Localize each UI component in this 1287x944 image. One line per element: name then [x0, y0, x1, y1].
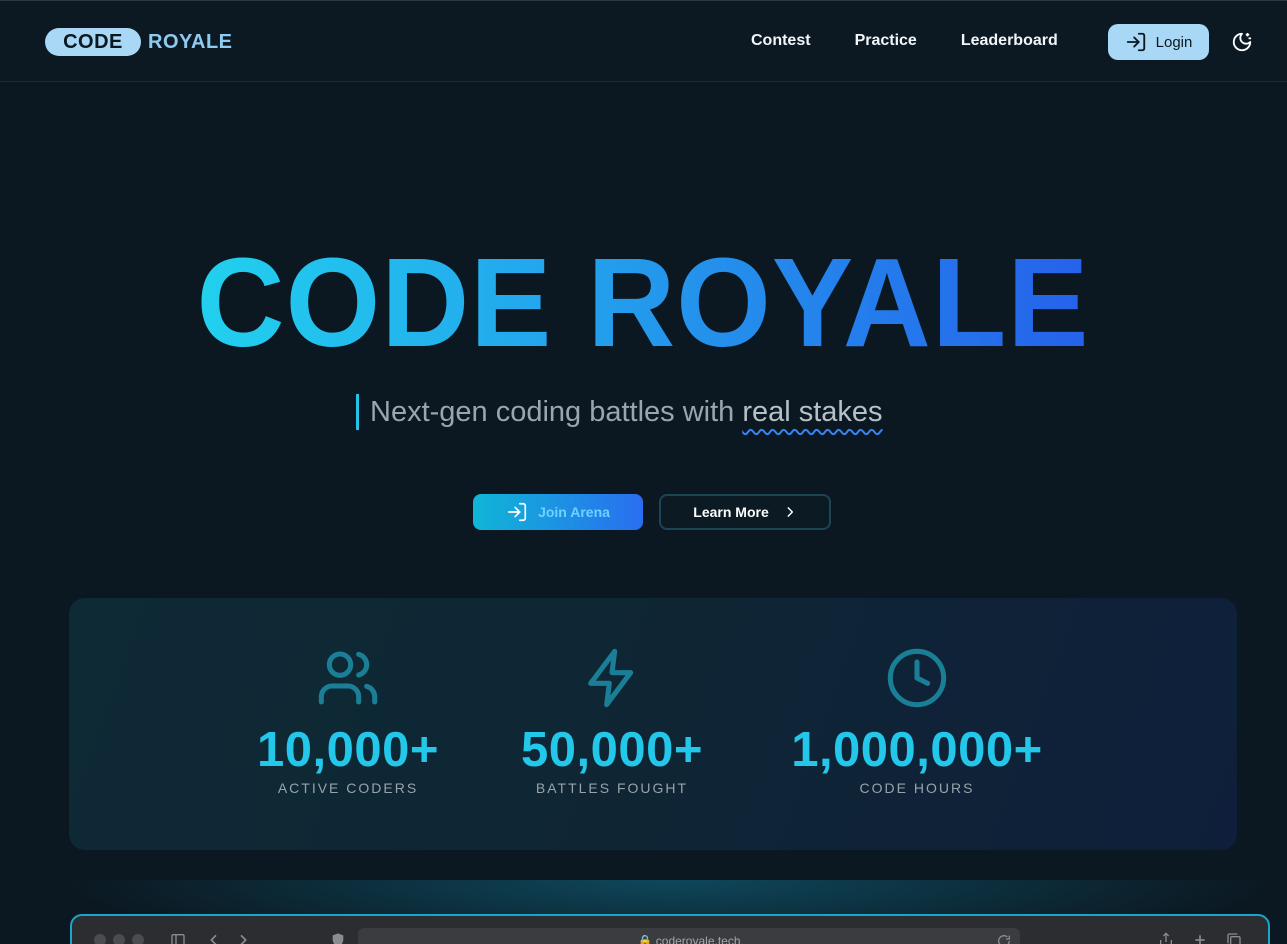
reload-icon	[998, 935, 1011, 944]
stat-code-hours: 1,000,000+ CODE HOURS	[769, 646, 1065, 796]
share-icon	[1160, 932, 1172, 944]
stats-card: 10,000+ ACTIVE CODERS 50,000+ BATTLES FO…	[69, 598, 1237, 850]
address-bar: 🔒 coderoyale.tech	[358, 928, 1020, 944]
hero-title-text: CODE ROYALE	[197, 236, 1090, 364]
stat-value: 10,000+	[257, 723, 439, 777]
learn-more-label: Learn More	[693, 504, 769, 520]
logo[interactable]: CODE ROYALE	[45, 28, 233, 56]
tagline: Next-gen coding battles with real stakes	[356, 393, 883, 431]
nav-practice-link[interactable]: Practice	[855, 32, 917, 50]
window-dot	[113, 934, 125, 944]
chevron-right-icon	[787, 507, 793, 517]
learn-more-button[interactable]: Learn More	[659, 494, 831, 530]
window-controls	[94, 934, 144, 944]
browser-mockup: 🔒 coderoyale.tech	[70, 914, 1270, 944]
page: CODE ROYALE Contest Practice Leaderboard…	[0, 0, 1287, 944]
clock-icon	[887, 648, 947, 708]
stat-label: CODE HOURS	[859, 780, 975, 796]
stat-label: ACTIVE CODERS	[277, 780, 419, 796]
tabs-icon	[1227, 933, 1241, 944]
window-dot	[132, 934, 144, 944]
stat-value: 50,000+	[521, 723, 703, 777]
logo-pill: CODE	[45, 28, 141, 56]
cta-row: Join Arena Learn More	[473, 494, 831, 530]
window-dot	[94, 934, 106, 944]
hero-title: CODE ROYALE	[0, 236, 1287, 364]
plus-icon	[1195, 935, 1205, 944]
lock-icon: 🔒	[637, 934, 653, 944]
lightning-icon	[588, 648, 634, 708]
stat-value: 1,000,000+	[791, 723, 1043, 777]
typing-caret	[356, 394, 359, 430]
join-arena-button[interactable]: Join Arena	[473, 494, 643, 530]
nav-leaderboard-link[interactable]: Leaderboard	[961, 32, 1058, 50]
nav-links: Contest Practice Leaderboard	[751, 32, 1058, 50]
logo-text: ROYALE	[148, 30, 233, 53]
sidebar-icon	[171, 934, 185, 944]
navbar: CODE ROYALE Contest Practice Leaderboard…	[0, 0, 1287, 82]
tagline-text: Next-gen coding battles with	[370, 395, 735, 428]
tagline-highlight: real stakes	[742, 395, 883, 428]
users-icon	[318, 651, 378, 705]
join-arena-label: Join Arena	[538, 504, 610, 520]
moon-stars-icon[interactable]	[1231, 31, 1253, 53]
nav-contest-link[interactable]: Contest	[751, 32, 811, 50]
forward-icon	[240, 934, 247, 944]
back-icon	[210, 934, 217, 944]
login-label: Login	[1155, 33, 1193, 51]
hero-title-graphic: CODE ROYALE	[197, 236, 1090, 364]
stat-active-coders: 10,000+ ACTIVE CODERS	[242, 646, 454, 796]
login-button[interactable]: Login	[1108, 24, 1209, 60]
address-text: coderoyale.tech	[655, 934, 741, 944]
login-icon	[1126, 32, 1145, 52]
shield-icon	[332, 933, 344, 944]
stat-label: BATTLES FOUGHT	[535, 780, 689, 796]
stat-battles-fought: 50,000+ BATTLES FOUGHT	[497, 646, 727, 796]
login-icon	[508, 502, 527, 522]
